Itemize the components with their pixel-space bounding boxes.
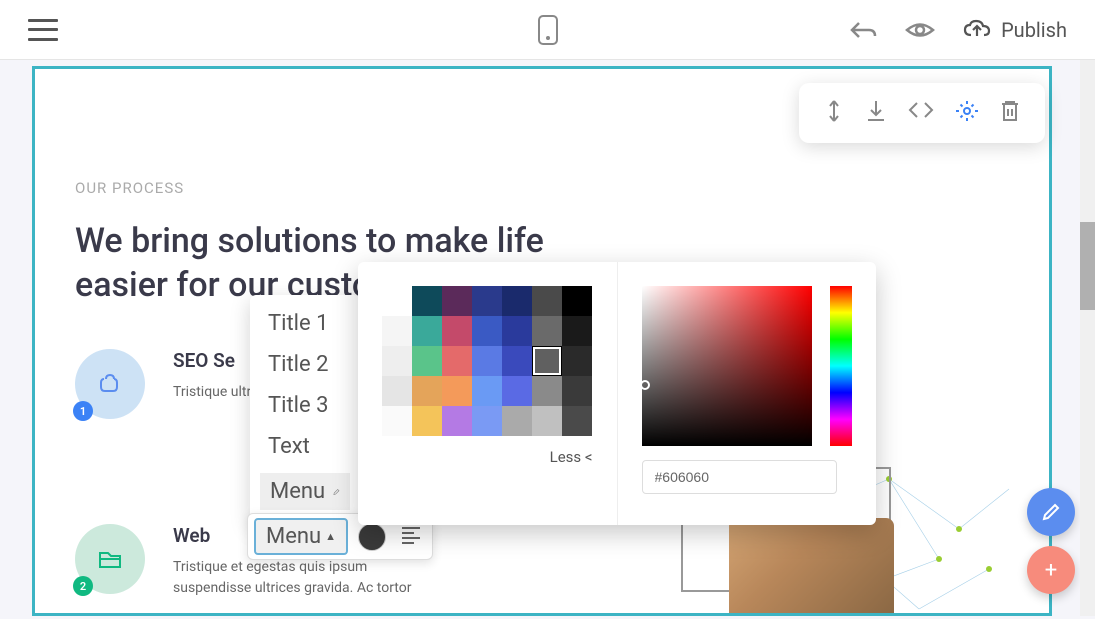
move-button[interactable]	[823, 99, 845, 127]
color-swatch[interactable]	[472, 286, 502, 316]
color-swatch[interactable]	[562, 376, 592, 406]
download-button[interactable]	[865, 99, 887, 127]
color-swatch[interactable]	[442, 316, 472, 346]
color-swatch[interactable]	[412, 406, 442, 436]
preview-button[interactable]	[905, 19, 935, 41]
badge-number: 1	[73, 401, 93, 421]
service-icon-circle: 1	[75, 349, 145, 419]
title-option-2[interactable]: Title 2	[250, 344, 360, 385]
color-swatch[interactable]	[532, 376, 562, 406]
service-desc: Tristique et egestas quis ipsum suspendi…	[173, 557, 433, 599]
title-style-dropdown: Title 1 Title 2 Title 3 Text Menu	[250, 295, 360, 524]
color-swatch[interactable]	[472, 376, 502, 406]
color-swatch[interactable]	[562, 346, 592, 376]
color-swatch[interactable]	[412, 286, 442, 316]
color-swatch[interactable]	[442, 286, 472, 316]
title-option-1[interactable]: Title 1	[250, 303, 360, 344]
color-swatch[interactable]	[562, 316, 592, 346]
color-swatch[interactable]	[472, 346, 502, 376]
color-swatch[interactable]	[412, 316, 442, 346]
color-swatch[interactable]	[382, 316, 412, 346]
color-swatch[interactable]	[532, 286, 562, 316]
color-swatch[interactable]	[382, 406, 412, 436]
color-swatch[interactable]	[502, 406, 532, 436]
scroll-thumb[interactable]	[1080, 222, 1095, 310]
hue-slider[interactable]	[830, 286, 852, 446]
title-menu-button[interactable]: Menu	[260, 473, 350, 510]
color-picker-panel: Less <	[358, 262, 876, 525]
color-swatch[interactable]	[412, 376, 442, 406]
color-swatch[interactable]	[502, 376, 532, 406]
photo-foreground	[729, 518, 894, 613]
menu-button[interactable]	[28, 19, 58, 41]
scrollbar[interactable]	[1080, 60, 1095, 616]
undo-button[interactable]	[849, 18, 877, 42]
color-swatch[interactable]	[442, 346, 472, 376]
color-swatch[interactable]	[532, 346, 562, 376]
color-swatch[interactable]	[562, 406, 592, 436]
color-swatch[interactable]	[502, 286, 532, 316]
color-swatch[interactable]	[382, 346, 412, 376]
sat-cursor[interactable]	[640, 380, 650, 390]
color-swatch[interactable]	[382, 286, 412, 316]
less-toggle[interactable]: Less <	[382, 448, 593, 466]
color-swatch[interactable]	[532, 406, 562, 436]
fab-edit-button[interactable]	[1027, 488, 1075, 536]
title-option-text[interactable]: Text	[250, 426, 360, 467]
saturation-area[interactable]	[642, 286, 812, 446]
text-style-select[interactable]: Menu ▲	[254, 518, 348, 555]
element-toolbar	[799, 83, 1045, 143]
code-button[interactable]	[907, 99, 935, 127]
service-icon-circle: 2	[75, 524, 145, 594]
text-color-button[interactable]	[358, 523, 386, 551]
section-eyebrow: OUR PROCESS	[75, 179, 184, 197]
color-swatch[interactable]	[532, 316, 562, 346]
delete-button[interactable]	[999, 99, 1021, 127]
caret-up-icon: ▲	[325, 530, 336, 543]
pencil-icon	[333, 484, 340, 500]
settings-button[interactable]	[955, 99, 979, 127]
publish-label: Publish	[1001, 18, 1067, 42]
text-align-button[interactable]	[396, 522, 426, 552]
color-swatch[interactable]	[472, 406, 502, 436]
fab-add-button[interactable]: +	[1027, 546, 1075, 594]
color-swatch[interactable]	[562, 286, 592, 316]
title-option-3[interactable]: Title 3	[250, 385, 360, 426]
color-swatch[interactable]	[382, 376, 412, 406]
publish-button[interactable]: Publish	[963, 18, 1067, 42]
mobile-preview-button[interactable]	[538, 15, 558, 45]
color-swatch[interactable]	[502, 346, 532, 376]
color-swatch[interactable]	[502, 316, 532, 346]
color-swatch[interactable]	[442, 406, 472, 436]
color-swatch[interactable]	[412, 346, 442, 376]
color-swatch[interactable]	[472, 316, 502, 346]
hex-input[interactable]	[642, 460, 837, 494]
badge-number: 2	[73, 576, 93, 596]
color-swatch[interactable]	[442, 376, 472, 406]
